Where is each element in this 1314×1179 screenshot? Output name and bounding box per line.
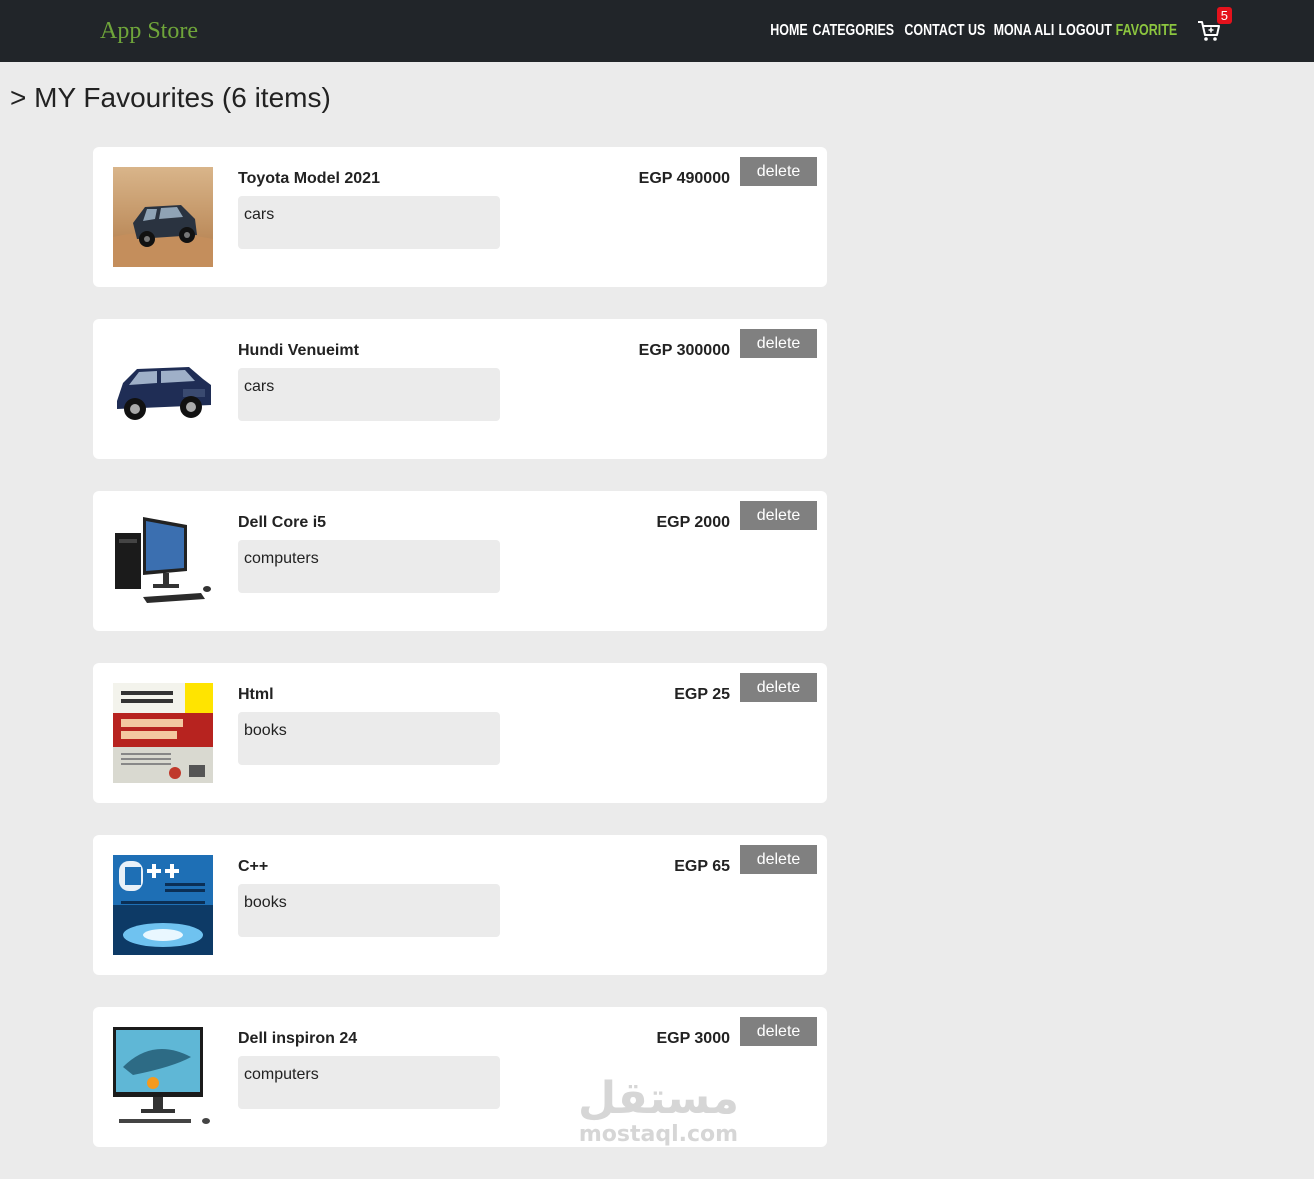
product-category: books	[238, 712, 500, 765]
cart-count-badge: 5	[1216, 7, 1232, 24]
product-image-all-in-one-pc	[113, 1027, 213, 1127]
favourite-card: C++ books EGP 65 delete	[93, 835, 827, 975]
delete-button[interactable]: delete	[740, 1017, 817, 1046]
nav-links: HOME CATEGORIES CONTACT US MONA ALI LOGO…	[770, 7, 1232, 46]
favourite-card: Html books EGP 25 delete	[93, 663, 827, 803]
product-category: computers	[238, 1056, 500, 1109]
product-image-cpp-book	[113, 855, 213, 955]
product-price: EGP 25	[674, 686, 730, 703]
product-name: C++	[238, 858, 269, 875]
top-navbar: App Store HOME CATEGORIES CONTACT US MON…	[0, 0, 1314, 62]
product-category: computers	[238, 540, 500, 593]
product-category: cars	[238, 368, 500, 421]
nav-contact-link[interactable]: CONTACT US	[905, 22, 986, 40]
product-image-html-book	[113, 683, 213, 783]
nav-favorite-link[interactable]: FAVORITE	[1116, 22, 1177, 40]
product-name: Hundi Venueimt	[238, 342, 359, 359]
watermark-latin: mostaql.com	[578, 1122, 739, 1147]
cart-button[interactable]: 5	[1194, 7, 1232, 46]
favourite-card: Hundi Venueimt cars EGP 300000 delete	[93, 319, 827, 459]
favourites-list: Toyota Model 2021 cars EGP 490000 delete…	[93, 147, 827, 1179]
product-category: books	[238, 884, 500, 937]
nav-home-link[interactable]: HOME	[770, 22, 807, 40]
delete-button[interactable]: delete	[740, 673, 817, 702]
product-price: EGP 65	[674, 858, 730, 875]
brand-logo[interactable]: App Store	[100, 18, 198, 45]
favourite-card: Dell Core i5 computers EGP 2000 delete	[93, 491, 827, 631]
favourite-card: Toyota Model 2021 cars EGP 490000 delete	[93, 147, 827, 287]
product-category: cars	[238, 196, 500, 249]
product-price: EGP 2000	[656, 514, 730, 531]
delete-button[interactable]: delete	[740, 157, 817, 186]
product-name: Toyota Model 2021	[238, 170, 380, 187]
watermark: مستقل mostaql.com	[576, 1075, 741, 1147]
delete-button[interactable]: delete	[740, 501, 817, 530]
product-price: EGP 3000	[656, 1030, 730, 1047]
nav-categories-link[interactable]: CATEGORIES	[812, 22, 894, 40]
product-name: Dell inspiron 24	[238, 1030, 358, 1047]
page-title: > MY Favourites (6 items)	[10, 82, 331, 113]
product-image-toyota-suv	[113, 167, 213, 267]
product-image-desktop-computer	[113, 511, 213, 611]
product-price: EGP 490000	[638, 170, 730, 187]
product-name: Html	[238, 686, 274, 703]
product-image-hyundai-suv	[113, 339, 213, 439]
delete-button[interactable]: delete	[740, 329, 817, 358]
nav-user-link[interactable]: MONA ALI	[993, 22, 1054, 40]
nav-logout-link[interactable]: LOGOUT	[1058, 22, 1111, 40]
product-price: EGP 300000	[638, 342, 730, 359]
watermark-arabic: مستقل	[578, 1073, 739, 1124]
product-name: Dell Core i5	[238, 514, 327, 531]
delete-button[interactable]: delete	[740, 845, 817, 874]
